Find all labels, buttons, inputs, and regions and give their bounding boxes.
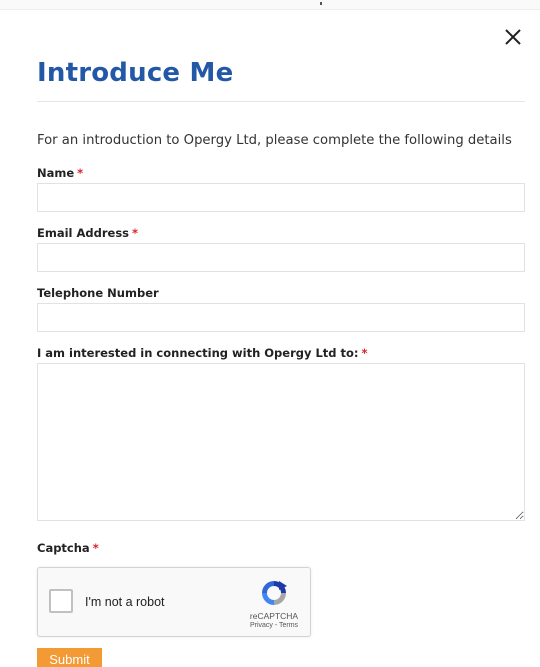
dialog-title: Introduce Me xyxy=(37,58,234,88)
recaptcha-logo-icon xyxy=(262,581,287,605)
required-marker: * xyxy=(132,226,139,240)
top-strip-mark xyxy=(320,2,322,5)
captcha-label: Captcha * xyxy=(37,541,99,555)
close-button[interactable] xyxy=(502,26,524,48)
email-label-text: Email Address xyxy=(37,226,130,240)
required-marker: * xyxy=(77,166,84,180)
recaptcha-checkbox[interactable] xyxy=(49,589,73,613)
interest-label-text: I am interested in connecting with Operg… xyxy=(37,346,359,360)
privacy-link[interactable]: Privacy xyxy=(250,622,273,629)
email-input[interactable] xyxy=(37,243,525,272)
intro-text: For an introduction to Opergy Ltd, pleas… xyxy=(37,133,512,148)
email-label: Email Address * xyxy=(37,226,138,240)
recaptcha-links: Privacy - Terms xyxy=(234,622,314,629)
recaptcha-checkbox-label: I'm not a robot xyxy=(85,595,165,609)
required-marker: * xyxy=(92,541,99,555)
name-label: Name * xyxy=(37,166,83,180)
required-marker: * xyxy=(361,346,368,360)
terms-link[interactable]: Terms xyxy=(279,622,298,629)
telephone-input[interactable] xyxy=(37,303,525,332)
interest-textarea[interactable] xyxy=(37,363,525,521)
recaptcha-widget: I'm not a robot reCAPTCHA Privacy - Term… xyxy=(37,567,311,637)
interest-label: I am interested in connecting with Operg… xyxy=(37,346,368,360)
telephone-label-text: Telephone Number xyxy=(37,286,159,300)
top-strip xyxy=(0,0,540,10)
recaptcha-brand: reCAPTCHA xyxy=(249,611,299,621)
name-input[interactable] xyxy=(37,183,525,212)
telephone-label: Telephone Number xyxy=(37,286,159,300)
submit-button[interactable]: Submit xyxy=(37,648,102,667)
captcha-label-text: Captcha xyxy=(37,541,90,555)
name-label-text: Name xyxy=(37,166,75,180)
title-divider xyxy=(37,101,525,102)
introduce-me-dialog: Introduce Me For an introduction to Oper… xyxy=(0,0,540,667)
close-icon xyxy=(505,29,521,45)
